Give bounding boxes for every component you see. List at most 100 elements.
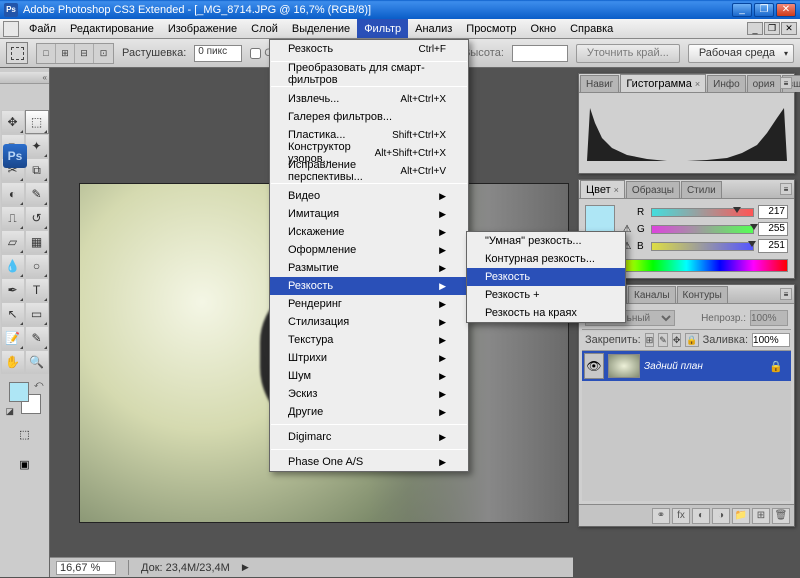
lock-pixels-icon[interactable]: ✎ [658,333,668,347]
sharpen-item[interactable]: Контурная резкость... [467,250,625,268]
workspace-dropdown[interactable]: Рабочая среда [688,44,794,63]
adjustment-layer-button[interactable]: ◑ [712,508,730,524]
green-input[interactable]: 255 [758,222,788,236]
default-colors-icon[interactable]: ◪ [6,406,15,417]
tab-paths[interactable]: Контуры [677,286,728,303]
red-input[interactable]: 217 [758,205,788,219]
fill-input[interactable] [752,333,790,347]
type-tool[interactable]: T [25,278,49,302]
filter-item[interactable]: Phase One A/S▶ [270,453,468,471]
sharpen-item[interactable]: Резкость + [467,286,625,304]
marquee-tool[interactable]: ⬚ [25,110,49,134]
delete-layer-button[interactable]: 🗑 [772,508,790,524]
filter-item[interactable]: Искажение▶ [270,223,468,241]
ps-logo-icon[interactable]: Ps [3,144,27,168]
panel-menu-icon[interactable]: ≡ [780,77,792,89]
quickmask-button[interactable]: ⬚ [13,422,37,446]
zoom-input[interactable]: 16,67 % [56,561,116,575]
red-slider[interactable] [651,208,754,217]
maximize-button[interactable]: ❐ [754,3,774,17]
filter-item[interactable]: Исправление перспективы...Alt+Ctrl+V [270,162,468,180]
path-tool[interactable]: ↖ [1,302,25,326]
layer-name[interactable]: Задний план [644,361,703,372]
height-input[interactable] [512,45,568,62]
menu-слой[interactable]: Слой [244,19,285,38]
sel-new-button[interactable]: □ [37,44,56,63]
layer-row-background[interactable]: 👁 Задний план 🔒 [582,351,791,381]
filter-item[interactable]: Извлечь...Alt+Ctrl+X [270,90,468,108]
panel-menu-icon[interactable]: ≡ [780,288,792,300]
move-tool[interactable]: ✥ [1,110,25,134]
filter-item[interactable]: Digimarc▶ [270,428,468,446]
visibility-icon[interactable]: 👁 [584,353,604,379]
doc-minimize-button[interactable]: _ [747,22,763,35]
filter-item[interactable]: Галерея фильтров... [270,108,468,126]
refine-edge-button[interactable]: Уточнить край... [576,44,680,63]
sel-sub-button[interactable]: ⊟ [75,44,94,63]
sharpen-item[interactable]: Резкость [467,268,625,286]
blur-tool[interactable]: 💧 [1,254,25,278]
shape-tool[interactable]: ▭ [25,302,49,326]
menu-справка[interactable]: Справка [563,19,620,38]
pen-tool[interactable]: ✒ [1,278,25,302]
doc-close-button[interactable]: ✕ [781,22,797,35]
sharpen-item[interactable]: Резкость на краях [467,304,625,322]
filter-item[interactable]: Размытие▶ [270,259,468,277]
swap-colors-icon[interactable]: ⤺ [34,379,44,390]
tab-navigator[interactable]: Навиг [580,75,619,92]
sharpen-item[interactable]: "Умная" резкость... [467,232,625,250]
doc-restore-button[interactable]: ❐ [764,22,780,35]
tab-swatches[interactable]: Образцы [626,181,680,198]
menu-файл[interactable]: Файл [22,19,63,38]
lock-pos-icon[interactable]: ✥ [672,333,682,347]
tab-styles[interactable]: Стили [681,181,722,198]
opacity-input[interactable] [750,310,788,326]
filter-item[interactable]: Имитация▶ [270,205,468,223]
dodge-tool[interactable]: ○ [25,254,49,278]
screenmode-button[interactable]: ▣ [13,452,37,476]
eraser-tool[interactable]: ▱ [1,230,25,254]
toolbox-close-icon[interactable]: « [43,73,47,82]
filter-item[interactable]: Стилизация▶ [270,313,468,331]
filter-item[interactable]: Преобразовать для смарт-фильтров [270,65,468,83]
filter-item[interactable]: РезкостьCtrl+F [270,40,468,58]
tab-color[interactable]: Цвет× [580,180,625,198]
link-layers-button[interactable]: ⚭ [652,508,670,524]
menu-фильтр[interactable]: Фильтр [357,19,408,38]
notes-tool[interactable]: 📝 [1,326,25,350]
wand-tool[interactable]: ✦ [25,134,49,158]
menu-изображение[interactable]: Изображение [161,19,244,38]
tool-preset-button[interactable] [6,42,28,64]
filter-item[interactable]: Рендеринг▶ [270,295,468,313]
menu-анализ[interactable]: Анализ [408,19,459,38]
filter-item[interactable]: Эскиз▶ [270,385,468,403]
history-brush-tool[interactable]: ↺ [25,206,49,230]
menu-редактирование[interactable]: Редактирование [63,19,161,38]
menu-выделение[interactable]: Выделение [285,19,357,38]
close-button[interactable]: ✕ [776,3,796,17]
layer-thumbnail[interactable] [608,354,640,378]
stamp-tool[interactable]: ⎍ [1,206,25,230]
filter-item[interactable]: Резкость▶ [270,277,468,295]
new-group-button[interactable]: 📁 [732,508,750,524]
tab-history[interactable]: ория [747,75,781,92]
hand-tool[interactable]: ✋ [1,350,25,374]
gradient-tool[interactable]: ▦ [25,230,49,254]
eyedrop-tool[interactable]: ✎ [25,326,49,350]
zoom-tool[interactable]: 🔍 [25,350,49,374]
filter-item[interactable]: Шум▶ [270,367,468,385]
filter-item[interactable]: Оформление▶ [270,241,468,259]
lock-trans-icon[interactable]: ⊞ [645,333,655,347]
filter-item[interactable]: Другие▶ [270,403,468,421]
feather-input[interactable]: 0 пикс [194,45,242,62]
sel-int-button[interactable]: ⊡ [94,44,113,63]
document-icon[interactable] [3,21,19,37]
minimize-button[interactable]: _ [732,3,752,17]
doc-size-label[interactable]: Док: 23,4M/23,4M [141,562,230,574]
blue-slider[interactable] [651,242,754,251]
sel-add-button[interactable]: ⊞ [56,44,75,63]
filter-item[interactable]: Штрихи▶ [270,349,468,367]
menu-окно[interactable]: Окно [524,19,564,38]
brush-tool[interactable]: ✎ [25,182,49,206]
panel-menu-icon[interactable]: ≡ [780,183,792,195]
